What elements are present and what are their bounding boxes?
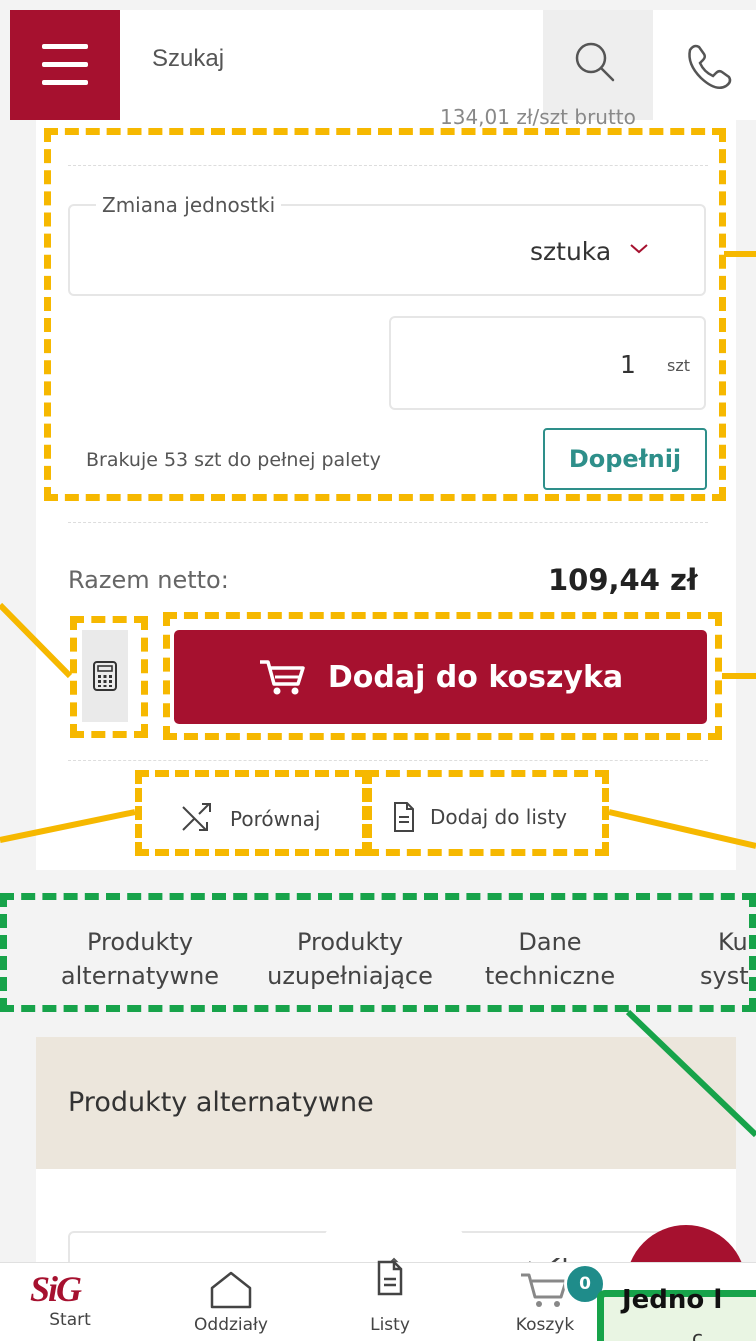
- annotation-connectors: [0, 251, 756, 1138]
- annotation-callout-text: Jedno l: [622, 1285, 723, 1315]
- app-frame: Szukaj 134,01 zł/szt brutto Zmiana jedno…: [0, 0, 756, 1341]
- annotation-callout-text-2: c: [692, 1326, 703, 1341]
